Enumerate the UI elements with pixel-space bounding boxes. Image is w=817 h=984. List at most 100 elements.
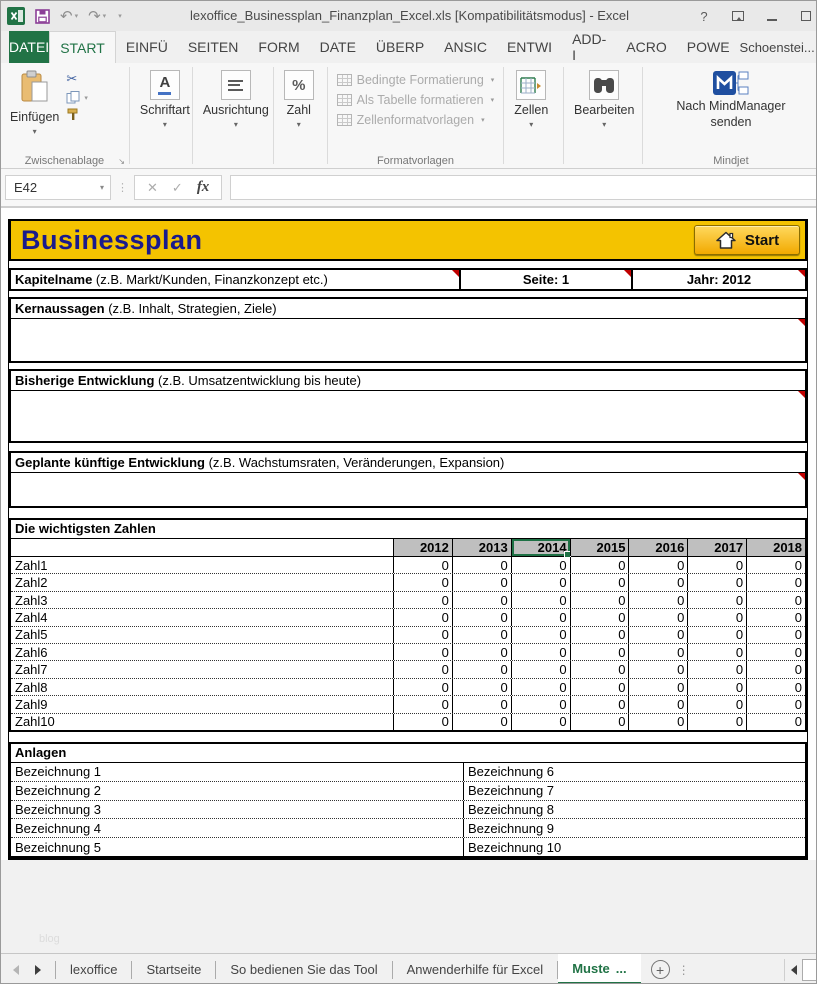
number-menu-button[interactable]: % Zahl ▾: [279, 67, 319, 132]
value-cell[interactable]: 0: [511, 609, 570, 625]
tab-bar-splitter[interactable]: ⋮: [678, 963, 690, 977]
value-cell[interactable]: 0: [393, 557, 452, 573]
value-cell[interactable]: 0: [687, 627, 746, 643]
section-input-area[interactable]: [11, 319, 805, 362]
value-cell[interactable]: 0: [570, 557, 629, 573]
value-cell[interactable]: 0: [628, 661, 687, 677]
value-cell[interactable]: 0: [393, 574, 452, 590]
value-cell[interactable]: 0: [628, 557, 687, 573]
tab-seitenlayout[interactable]: SEITEN: [178, 31, 249, 63]
value-cell[interactable]: 0: [393, 661, 452, 677]
format-as-table-button[interactable]: Als Tabelle formatieren ▾: [337, 93, 495, 107]
value-cell[interactable]: 0: [452, 592, 511, 608]
value-cell[interactable]: 0: [687, 557, 746, 573]
value-cell[interactable]: 0: [570, 592, 629, 608]
value-cell[interactable]: 0: [570, 661, 629, 677]
page-number-cell[interactable]: Seite: 1: [461, 268, 633, 291]
chapter-name-cell[interactable]: Kapitelname (z.B. Markt/Kunden, Finanzko…: [9, 268, 461, 291]
row-label-cell[interactable]: Zahl5: [11, 627, 393, 643]
value-cell[interactable]: 0: [628, 592, 687, 608]
value-cell[interactable]: 0: [628, 644, 687, 660]
row-label-cell[interactable]: Zahl7: [11, 661, 393, 677]
sheet-tab-so-bedienen[interactable]: So bedienen Sie das Tool: [216, 954, 391, 984]
cut-button[interactable]: ✂: [66, 71, 88, 87]
value-cell[interactable]: 0: [511, 644, 570, 660]
attachment-cell[interactable]: Bezeichnung 4: [11, 819, 463, 837]
tab-power[interactable]: POWE: [677, 31, 740, 63]
tab-ueberpruefen[interactable]: ÜBERP: [366, 31, 434, 63]
value-cell[interactable]: 0: [393, 714, 452, 730]
section-input-area[interactable]: [11, 473, 805, 507]
value-cell[interactable]: 0: [511, 714, 570, 730]
cell-styles-button[interactable]: Zellenformatvorlagen ▾: [337, 113, 495, 127]
section-input-area[interactable]: [11, 391, 805, 442]
value-cell[interactable]: 0: [570, 609, 629, 625]
sheet-tab-lexoffice[interactable]: lexoffice: [56, 954, 131, 984]
insert-function-button[interactable]: fx: [197, 179, 210, 196]
tab-datei[interactable]: DATEI: [9, 31, 49, 63]
sheet-tab-startseite[interactable]: Startseite: [132, 954, 215, 984]
year-header-selected-cell[interactable]: 2014: [511, 539, 570, 556]
value-cell[interactable]: 0: [452, 557, 511, 573]
paste-button[interactable]: Einfügen ▾: [5, 67, 64, 139]
formula-input[interactable]: [230, 175, 817, 200]
sheet-tab-anwenderhilfe[interactable]: Anwenderhilfe für Excel: [393, 954, 558, 984]
next-sheet-icon[interactable]: [35, 965, 41, 975]
maximize-button[interactable]: [798, 10, 814, 23]
scrollbar-thumb[interactable]: [802, 959, 817, 981]
value-cell[interactable]: 0: [746, 557, 805, 573]
tab-acrobat[interactable]: ACRO: [616, 31, 676, 63]
tab-formeln[interactable]: FORM: [248, 31, 309, 63]
value-cell[interactable]: 0: [511, 679, 570, 695]
value-cell[interactable]: 0: [687, 661, 746, 677]
alignment-menu-button[interactable]: Ausrichtung ▾: [198, 67, 274, 132]
value-cell[interactable]: 0: [628, 627, 687, 643]
ribbon-display-options-button[interactable]: [730, 10, 746, 23]
value-cell[interactable]: 0: [452, 609, 511, 625]
previous-sheet-icon[interactable]: [13, 965, 19, 975]
value-cell[interactable]: 0: [628, 714, 687, 730]
value-cell[interactable]: 0: [746, 609, 805, 625]
value-cell[interactable]: 0: [452, 661, 511, 677]
value-cell[interactable]: 0: [452, 679, 511, 695]
value-cell[interactable]: 0: [570, 696, 629, 712]
row-label-cell[interactable]: Zahl10: [11, 714, 393, 730]
value-cell[interactable]: 0: [452, 574, 511, 590]
value-cell[interactable]: 0: [393, 644, 452, 660]
attachment-cell[interactable]: Bezeichnung 8: [463, 801, 805, 819]
row-label-cell[interactable]: Zahl9: [11, 696, 393, 712]
attachment-cell[interactable]: Bezeichnung 3: [11, 801, 463, 819]
tab-ansicht[interactable]: ANSIC: [434, 31, 497, 63]
tab-addins[interactable]: ADD-I: [562, 31, 616, 63]
formula-bar-splitter[interactable]: ⋮: [117, 181, 128, 194]
tab-start[interactable]: START: [49, 31, 116, 63]
value-cell[interactable]: 0: [687, 679, 746, 695]
value-cell[interactable]: 0: [511, 661, 570, 677]
year-header[interactable]: 2013: [452, 539, 511, 556]
value-cell[interactable]: 0: [746, 627, 805, 643]
value-cell[interactable]: 0: [570, 714, 629, 730]
value-cell[interactable]: 0: [687, 574, 746, 590]
value-cell[interactable]: 0: [393, 627, 452, 643]
minimize-button[interactable]: [764, 10, 780, 23]
row-label-cell[interactable]: Zahl4: [11, 609, 393, 625]
value-cell[interactable]: 0: [746, 696, 805, 712]
cancel-icon[interactable]: ✕: [147, 180, 158, 196]
row-label-cell[interactable]: Zahl1: [11, 557, 393, 573]
tab-einfuegen[interactable]: EINFÜ: [116, 31, 178, 63]
value-cell[interactable]: 0: [511, 574, 570, 590]
value-cell[interactable]: 0: [570, 679, 629, 695]
value-cell[interactable]: 0: [452, 644, 511, 660]
attachment-cell[interactable]: Bezeichnung 1: [11, 763, 463, 781]
value-cell[interactable]: 0: [511, 592, 570, 608]
sheet-tab-muster-active[interactable]: Muste ...: [558, 954, 640, 984]
value-cell[interactable]: 0: [570, 644, 629, 660]
value-cell[interactable]: 0: [687, 592, 746, 608]
value-cell[interactable]: 0: [511, 696, 570, 712]
value-cell[interactable]: 0: [393, 592, 452, 608]
year-header[interactable]: 2017: [687, 539, 746, 556]
value-cell[interactable]: 0: [746, 574, 805, 590]
value-cell[interactable]: 0: [687, 644, 746, 660]
value-cell[interactable]: 0: [746, 661, 805, 677]
value-cell[interactable]: 0: [746, 679, 805, 695]
